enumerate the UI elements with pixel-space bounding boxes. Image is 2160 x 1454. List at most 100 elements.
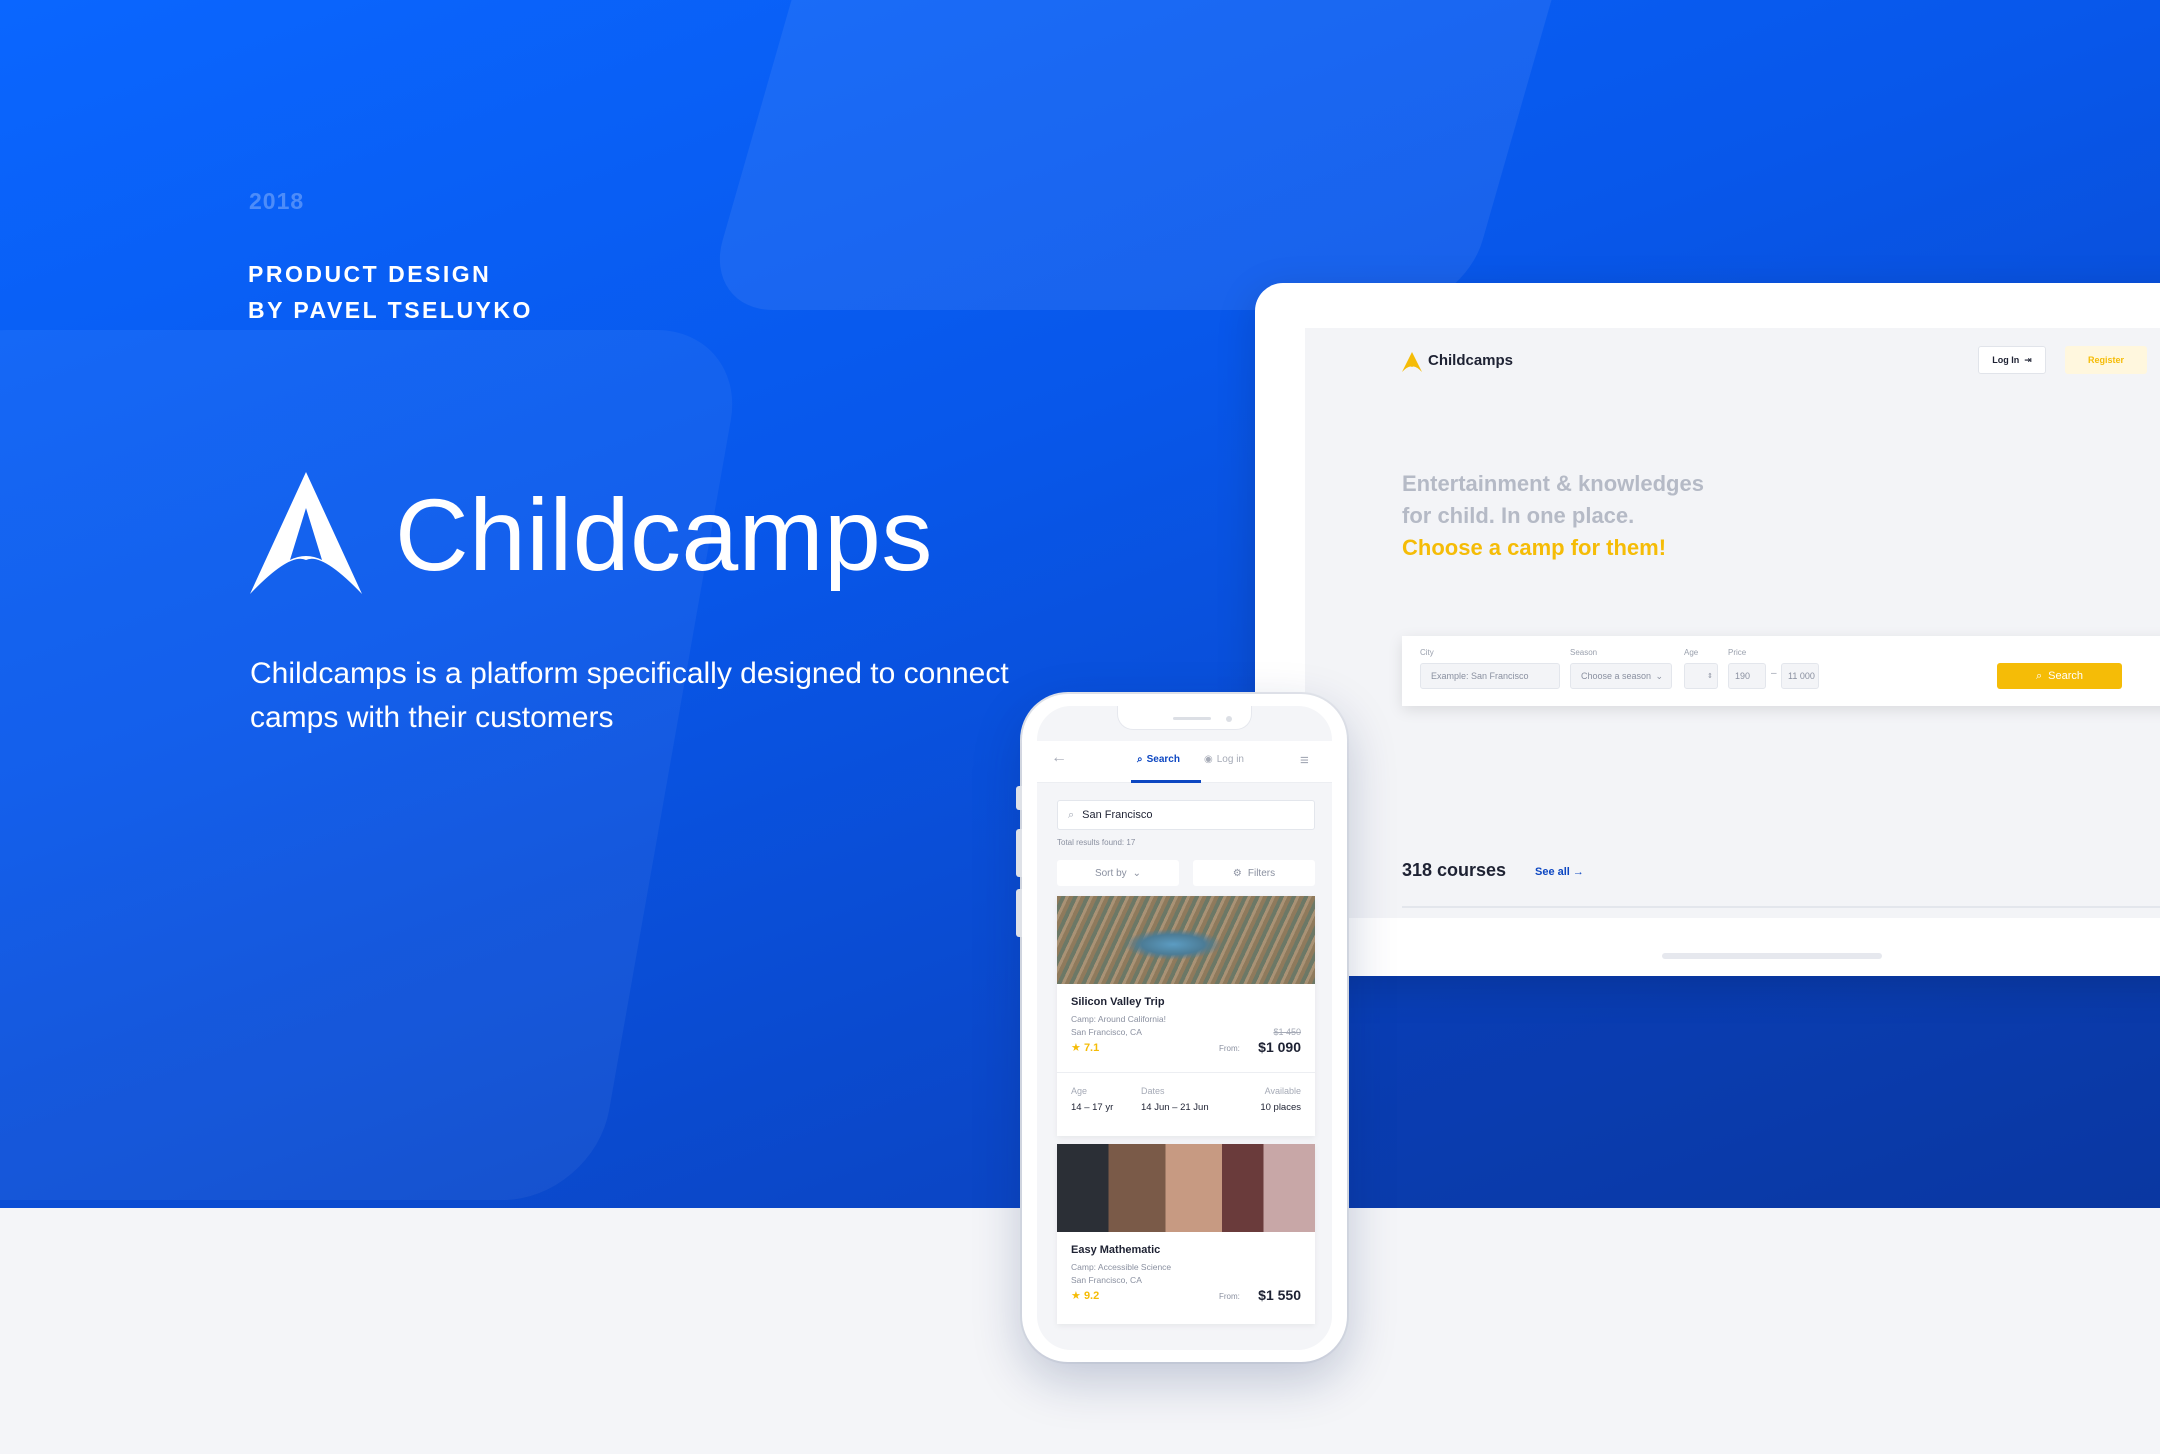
dates-label: Dates (1141, 1086, 1165, 1096)
filter-icon: ⚙ (1232, 867, 1242, 879)
desktop-mockup: Childcamps Log In ⇥ Register Entertainme… (1255, 283, 2160, 976)
arrow-right-icon: → (1572, 866, 1584, 878)
price-min-input[interactable]: 190 (1728, 663, 1766, 689)
camp-price: $1 550 (1258, 1287, 1301, 1303)
back-arrow-icon[interactable]: ← (1051, 749, 1067, 767)
stepper-icon: ⇕ (1707, 673, 1713, 680)
camp-photo (1057, 1144, 1315, 1232)
search-icon: ⌕ (2035, 669, 2043, 682)
age-value: 14 – 17 yr (1071, 1102, 1114, 1113)
divider (1057, 1072, 1315, 1073)
camp-rating: ★ 7.1 (1071, 1041, 1099, 1054)
season-select[interactable]: Choose a season ⌄ (1570, 663, 1672, 689)
hamburger-menu-icon[interactable]: ≡ (1300, 753, 1309, 768)
mobile-search-input[interactable]: ⌕ San Francisco (1057, 800, 1315, 830)
camp-card[interactable]: Silicon Valley Trip Camp: Around Califor… (1057, 896, 1315, 1136)
camp-title: Silicon Valley Trip (1071, 996, 1165, 1008)
price-max-input[interactable]: 11 000 (1781, 663, 1819, 689)
search-icon: ⌕ (1137, 754, 1143, 765)
see-all-label: See all (1535, 866, 1570, 878)
desktop-headline: Entertainment & knowledges for child. In… (1402, 468, 1704, 564)
tagline: Childcamps is a platform specifically de… (250, 657, 1009, 734)
mobile-screen: ← ⌕ Search ◉ Log in ≡ ⌕ San Francisco To… (1037, 706, 1332, 1350)
childcamps-logo-icon (1402, 352, 1422, 372)
tab-search[interactable]: ⌕ Search (1137, 754, 1180, 765)
decorative-shape (702, 0, 1598, 310)
filters-button[interactable]: ⚙ Filters (1193, 860, 1315, 886)
filters-label: Filters (1247, 867, 1276, 879)
camp-rating: ★ 9.2 (1071, 1289, 1099, 1302)
mobile-mockup: ← ⌕ Search ◉ Log in ≡ ⌕ San Francisco To… (1016, 694, 1347, 1362)
search-button[interactable]: ⌕ Search (1997, 663, 2122, 689)
user-icon: ◉ (1204, 754, 1213, 765)
login-label: Log In (1992, 355, 2020, 365)
headline-line: for child. In one place. (1402, 503, 1635, 528)
divider (1402, 906, 2160, 908)
camp-price: $1 090 (1258, 1039, 1301, 1055)
city-input[interactable]: Example: San Francisco (1420, 663, 1560, 689)
search-value: San Francisco (1082, 809, 1153, 821)
desktop-screen: Childcamps Log In ⇥ Register Entertainme… (1305, 328, 2160, 918)
age-label: Age (1071, 1086, 1088, 1096)
phone-notch (1117, 706, 1252, 730)
search-form: City Example: San Francisco Season Choos… (1402, 636, 2160, 706)
decorative-shape (0, 330, 747, 1200)
from-label: From: (1219, 1044, 1240, 1053)
available-value: 10 places (1260, 1102, 1301, 1113)
star-icon: ★ (1071, 1290, 1081, 1302)
star-icon: ★ (1071, 1042, 1081, 1054)
mobile-navbar: ← ⌕ Search ◉ Log in ≡ (1037, 741, 1332, 783)
season-label: Season (1570, 648, 1598, 657)
phone-side-button (1016, 889, 1022, 937)
price-max-value: 11 000 (1788, 671, 1815, 681)
tab-login-label: Log in (1216, 754, 1244, 765)
available-label: Available (1264, 1086, 1301, 1096)
tab-search-label: Search (1146, 754, 1180, 765)
project-year: 2018 (249, 188, 305, 214)
phone-side-button (1016, 829, 1022, 877)
active-tab-indicator (1131, 780, 1201, 783)
courses-count: 318 courses (1402, 860, 1507, 880)
headline-cta: Choose a camp for them! (1402, 535, 1667, 560)
camp-title: Easy Mathematic (1071, 1244, 1161, 1256)
camp-name: Camp: Around California! (1071, 1014, 1166, 1024)
desktop-brand: Childcamps (1428, 352, 1514, 369)
search-button-label: Search (2048, 670, 2084, 682)
login-icon: ⇥ (2024, 354, 2032, 365)
rating-value: 7.1 (1083, 1042, 1100, 1054)
phone-side-button (1016, 786, 1022, 810)
price-min-value: 190 (1735, 671, 1751, 681)
tab-login[interactable]: ◉ Log in (1204, 754, 1244, 765)
city-label: City (1420, 648, 1434, 657)
chevron-down-icon: ⌄ (1132, 867, 1142, 879)
headline-line: Entertainment & knowledges (1402, 471, 1704, 496)
season-value: Choose a season (1581, 671, 1652, 681)
camp-location: San Francisco, CA (1071, 1027, 1142, 1037)
sort-label: Sort by (1094, 867, 1127, 879)
camp-location: San Francisco, CA (1071, 1275, 1142, 1285)
age-stepper[interactable]: ⇕ (1684, 663, 1718, 689)
camp-name: Camp: Accessible Science (1071, 1262, 1172, 1272)
childcamps-logo-icon (250, 472, 362, 594)
camp-photo (1057, 896, 1315, 984)
login-button[interactable]: Log In ⇥ (1978, 346, 2046, 374)
from-label: From: (1219, 1292, 1240, 1301)
brand-name: Childcamps (395, 478, 933, 592)
register-button[interactable]: Register (2065, 346, 2147, 374)
laptop-hinge (1662, 953, 1882, 959)
chevron-down-icon: ⌄ (1655, 670, 1663, 681)
age-label: Age (1684, 648, 1699, 657)
dates-value: 14 Jun – 21 Jun (1141, 1102, 1209, 1113)
rating-value: 9.2 (1083, 1290, 1100, 1302)
credit-line: PRODUCT DESIGN (248, 261, 492, 287)
search-icon: ⌕ (1068, 808, 1075, 821)
price-dash: – (1771, 668, 1777, 679)
sort-button[interactable]: Sort by ⌄ (1057, 860, 1179, 886)
credit-line: BY PAVEL TSELUYKO (248, 297, 533, 323)
old-price: $1 450 (1273, 1027, 1301, 1037)
see-all-link[interactable]: See all → (1535, 866, 1584, 878)
project-credit: PRODUCT DESIGN BY PAVEL TSELUYKO (248, 256, 533, 328)
camp-card[interactable]: Easy Mathematic Camp: Accessible Science… (1057, 1144, 1315, 1324)
price-label: Price (1728, 648, 1747, 657)
results-total: Total results found: 17 (1057, 838, 1136, 847)
